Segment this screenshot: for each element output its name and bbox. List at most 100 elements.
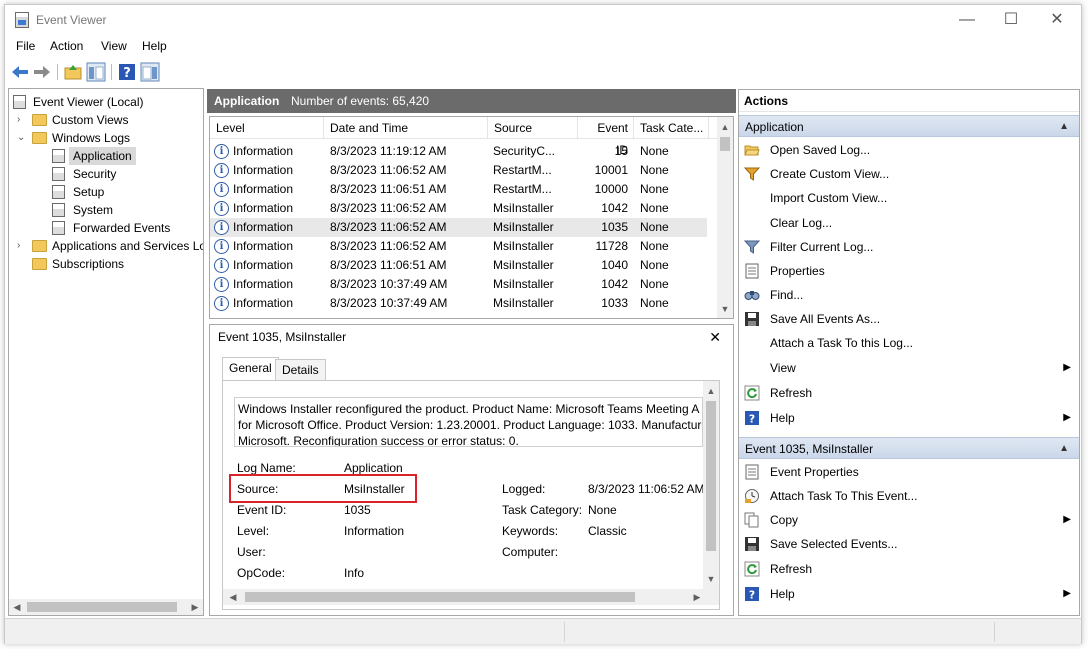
cell-source: MsiInstaller [493, 258, 554, 272]
tab-details[interactable]: Details [275, 359, 326, 381]
scroll-down-icon[interactable]: ▼ [717, 301, 733, 317]
show-hide-console-tree-icon[interactable] [86, 62, 106, 82]
scroll-right-icon[interactable]: ▶ [689, 589, 705, 605]
actions-section-event[interactable]: Event 1035, MsiInstaller ▲ [739, 437, 1079, 459]
menu-action[interactable]: Action [50, 39, 83, 53]
tree-node-forwarded-events[interactable]: Forwarded Events [9, 219, 199, 237]
scroll-right-icon[interactable]: ▶ [187, 599, 203, 615]
action-save-selected-events[interactable]: Save Selected Events... [739, 533, 1079, 555]
table-row[interactable]: i Information 8/3/2023 11:06:51 AM Resta… [210, 180, 707, 199]
action-label: Import Custom View... [770, 191, 888, 205]
action-help-event[interactable]: ? Help ▶ [739, 583, 1079, 605]
table-row[interactable]: i Information 8/3/2023 11:19:12 AM Secur… [210, 142, 707, 161]
menu-help[interactable]: Help [142, 39, 167, 53]
collapse-icon[interactable]: ▲ [1059, 116, 1069, 138]
action-import-custom-view[interactable]: Import Custom View... [739, 187, 1079, 209]
scrollbar-thumb[interactable] [720, 137, 730, 151]
action-label: Help [770, 587, 795, 601]
collapse-icon[interactable]: ▲ [1059, 438, 1069, 460]
actions-section-application[interactable]: Application ▲ [739, 115, 1079, 137]
tab-general[interactable]: General [222, 357, 279, 381]
table-row-selected[interactable]: i Information 8/3/2023 11:06:52 AM MsiIn… [210, 218, 707, 237]
task-category-label: Task Category: [502, 503, 583, 517]
maximize-button[interactable]: ☐ [989, 9, 1033, 33]
tree-horizontal-scrollbar[interactable]: ◀ ▶ [9, 599, 203, 615]
minimize-button[interactable]: — [945, 9, 989, 33]
close-button[interactable]: ✕ [1035, 9, 1079, 33]
action-open-saved-log[interactable]: Open Saved Log... [739, 139, 1079, 161]
keywords-label: Keywords: [502, 524, 559, 538]
cell-date: 8/3/2023 10:37:49 AM [330, 277, 448, 291]
forward-arrow-icon[interactable] [32, 62, 52, 82]
scroll-left-icon[interactable]: ◀ [225, 589, 241, 605]
action-attach-task-to-log[interactable]: Attach a Task To this Log... [739, 332, 1079, 354]
tree-node-custom-views[interactable]: › Custom Views [9, 111, 199, 129]
cell-level: Information [233, 182, 294, 196]
cell-event-id: 1042 [601, 201, 628, 215]
action-attach-task-to-event[interactable]: Attach Task To This Event... [739, 485, 1079, 507]
table-row[interactable]: i Information 8/3/2023 11:06:52 AM MsiIn… [210, 199, 707, 218]
action-refresh-event[interactable]: Refresh [739, 558, 1079, 580]
tree-node-security[interactable]: Security [9, 165, 199, 183]
close-icon[interactable]: ✕ [709, 329, 721, 346]
tree-node-label: Subscriptions [52, 257, 125, 271]
cell-date: 8/3/2023 11:06:52 AM [330, 220, 447, 234]
cell-level: Information [233, 277, 294, 291]
action-view[interactable]: View ▶ [739, 357, 1079, 379]
action-save-all-events[interactable]: Save All Events As... [739, 308, 1079, 330]
tree-node-root[interactable]: Event Viewer (Local) [9, 93, 199, 111]
column-header-task-category[interactable]: Task Cate... [634, 117, 709, 139]
event-list-vertical-scrollbar[interactable]: ▲ ▼ [717, 117, 733, 318]
table-row[interactable]: i Information 8/3/2023 10:37:49 AM MsiIn… [210, 275, 707, 294]
action-find[interactable]: Find... [739, 284, 1079, 306]
tree-node-system[interactable]: System [9, 201, 199, 219]
column-header-event-id[interactable]: Event ID [578, 117, 634, 157]
tree-node-subscriptions[interactable]: Subscriptions [9, 255, 199, 273]
table-row[interactable]: i Information 8/3/2023 10:37:49 AM MsiIn… [210, 294, 707, 313]
cell-date: 8/3/2023 11:06:51 AM [330, 182, 447, 196]
scrollbar-thumb[interactable] [706, 401, 716, 551]
scrollbar-thumb[interactable] [245, 592, 635, 602]
action-refresh[interactable]: Refresh [739, 382, 1079, 404]
action-clear-log[interactable]: Clear Log... [739, 212, 1079, 234]
menu-view[interactable]: View [101, 39, 127, 53]
section-title: Event 1035, MsiInstaller [745, 442, 874, 456]
action-event-properties[interactable]: Event Properties [739, 461, 1079, 483]
column-header-date[interactable]: Date and Time [324, 117, 488, 139]
svg-text:?: ? [749, 413, 755, 426]
log-name-label: Log Name: [237, 461, 296, 475]
show-hide-action-pane-icon[interactable] [140, 62, 160, 82]
back-arrow-icon[interactable] [10, 62, 30, 82]
detail-horizontal-scrollbar[interactable]: ◀ ▶ [223, 589, 719, 605]
tree-node-setup[interactable]: Setup [9, 183, 199, 201]
detail-vertical-scrollbar[interactable]: ▲ ▼ [703, 381, 719, 589]
action-copy[interactable]: Copy ▶ [739, 509, 1079, 531]
chevron-right-icon[interactable]: › [17, 111, 27, 129]
scroll-up-icon[interactable]: ▲ [717, 119, 733, 135]
action-filter-current-log[interactable]: Filter Current Log... [739, 236, 1079, 258]
table-row[interactable]: i Information 8/3/2023 11:06:52 AM Resta… [210, 161, 707, 180]
cell-date: 8/3/2023 11:06:51 AM [330, 258, 447, 272]
action-create-custom-view[interactable]: Create Custom View... [739, 163, 1079, 185]
action-properties[interactable]: Properties [739, 260, 1079, 282]
column-header-level[interactable]: Level [210, 117, 324, 139]
tree-node-application[interactable]: Application [9, 147, 199, 165]
information-icon: i [214, 201, 229, 216]
scrollbar-thumb[interactable] [27, 602, 177, 612]
table-row[interactable]: i Information 8/3/2023 11:06:52 AM MsiIn… [210, 237, 707, 256]
chevron-down-icon[interactable]: ⌄ [17, 129, 27, 147]
column-header-source[interactable]: Source [488, 117, 578, 139]
table-row[interactable]: i Information 8/3/2023 11:06:51 AM MsiIn… [210, 256, 707, 275]
tree-node-apps-services[interactable]: › Applications and Services Lo [9, 237, 203, 255]
scroll-left-icon[interactable]: ◀ [9, 599, 25, 615]
log-header-bar: Application Number of events: 65,420 [207, 89, 736, 113]
action-label: View [770, 361, 796, 375]
scroll-up-icon[interactable]: ▲ [703, 383, 719, 399]
action-help[interactable]: ? Help ▶ [739, 407, 1079, 429]
tree-node-windows-logs[interactable]: ⌄ Windows Logs [9, 129, 199, 147]
scroll-down-icon[interactable]: ▼ [703, 571, 719, 587]
chevron-right-icon[interactable]: › [17, 237, 27, 255]
help-icon[interactable]: ? [117, 62, 137, 82]
menu-file[interactable]: File [16, 39, 35, 53]
up-folder-icon[interactable] [63, 62, 83, 82]
